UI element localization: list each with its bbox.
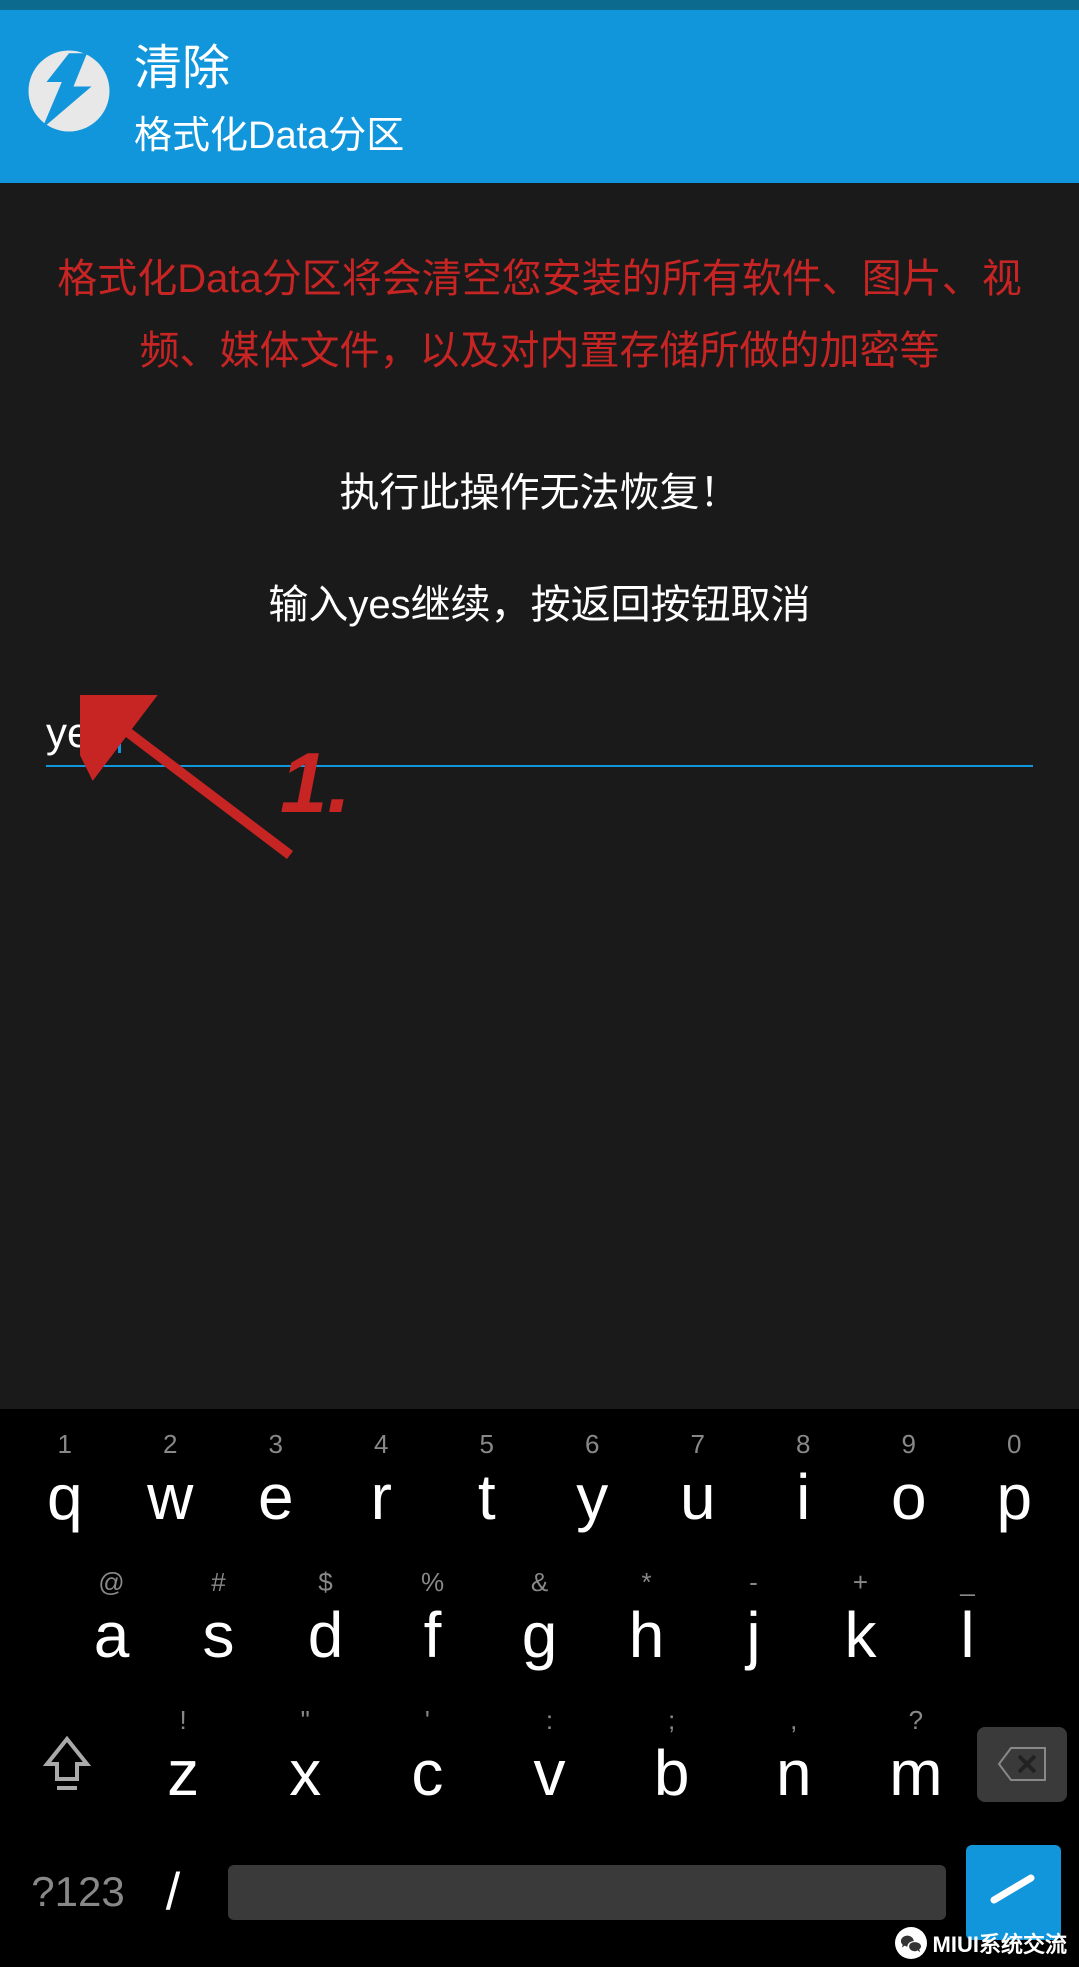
symbols-key[interactable]: ?123 — [18, 1868, 138, 1916]
instruction-line-2: 输入yes继续，按返回按钮取消 — [268, 549, 810, 661]
key-g[interactable]: &g — [486, 1561, 593, 1691]
status-bar — [0, 0, 1079, 10]
input-container — [40, 701, 1039, 767]
key-h[interactable]: *h — [593, 1561, 700, 1691]
key-t[interactable]: 5t — [434, 1423, 540, 1553]
shift-key[interactable] — [12, 1709, 122, 1819]
key-y[interactable]: 6y — [540, 1423, 646, 1553]
instruction-line-1: 执行此操作无法恢复！ — [268, 437, 810, 549]
key-x[interactable]: "x — [244, 1699, 366, 1829]
twrp-logo-icon — [24, 46, 114, 141]
key-a[interactable]: @a — [58, 1561, 165, 1691]
key-k[interactable]: +k — [807, 1561, 914, 1691]
key-r[interactable]: 4r — [329, 1423, 435, 1553]
text-cursor — [118, 703, 121, 753]
warning-text: 格式化Data分区将会清空您安装的所有软件、图片、视频、媒体文件，以及对内置存储… — [40, 243, 1039, 387]
space-key[interactable] — [228, 1865, 946, 1920]
header: 清除 格式化Data分区 — [0, 10, 1079, 183]
enter-key[interactable] — [966, 1845, 1061, 1940]
key-w[interactable]: 2w — [118, 1423, 224, 1553]
instruction-text: 执行此操作无法恢复！ 输入yes继续，按返回按钮取消 — [268, 437, 810, 661]
key-l[interactable]: _l — [914, 1561, 1021, 1691]
key-i[interactable]: 8i — [751, 1423, 857, 1553]
key-j[interactable]: -j — [700, 1561, 807, 1691]
key-d[interactable]: $d — [272, 1561, 379, 1691]
key-n[interactable]: ,n — [733, 1699, 855, 1829]
key-e[interactable]: 3e — [223, 1423, 329, 1553]
key-c[interactable]: 'c — [366, 1699, 488, 1829]
keyboard-row-1: 1q2w3e4r5t6y7u8i9o0p — [8, 1423, 1071, 1553]
virtual-keyboard: 1q2w3e4r5t6y7u8i9o0p @a#s$d%f&g*h-j+k_l … — [0, 1409, 1079, 1967]
key-q[interactable]: 1q — [12, 1423, 118, 1553]
key-f[interactable]: %f — [379, 1561, 486, 1691]
key-s[interactable]: #s — [165, 1561, 272, 1691]
watermark-text: MIUI系统交流 — [933, 1927, 1067, 1959]
key-z[interactable]: !z — [122, 1699, 244, 1829]
key-b[interactable]: ;b — [611, 1699, 733, 1829]
key-m[interactable]: ?m — [855, 1699, 977, 1829]
backspace-key[interactable] — [977, 1727, 1067, 1802]
watermark: MIUI系统交流 — [895, 1927, 1067, 1959]
key-p[interactable]: 0p — [962, 1423, 1068, 1553]
confirm-input[interactable] — [46, 701, 1033, 767]
content-area: 格式化Data分区将会清空您安装的所有软件、图片、视频、媒体文件，以及对内置存储… — [0, 183, 1079, 807]
key-o[interactable]: 9o — [856, 1423, 962, 1553]
key-v[interactable]: :v — [488, 1699, 610, 1829]
keyboard-row-2: @a#s$d%f&g*h-j+k_l — [8, 1561, 1071, 1691]
slash-key[interactable]: / — [138, 1862, 208, 1922]
page-title: 清除 — [134, 28, 404, 98]
wechat-icon — [895, 1927, 927, 1959]
keyboard-row-3: !z"x'c:v;b,n?m — [8, 1699, 1071, 1829]
page-subtitle: 格式化Data分区 — [134, 104, 404, 159]
key-u[interactable]: 7u — [645, 1423, 751, 1553]
